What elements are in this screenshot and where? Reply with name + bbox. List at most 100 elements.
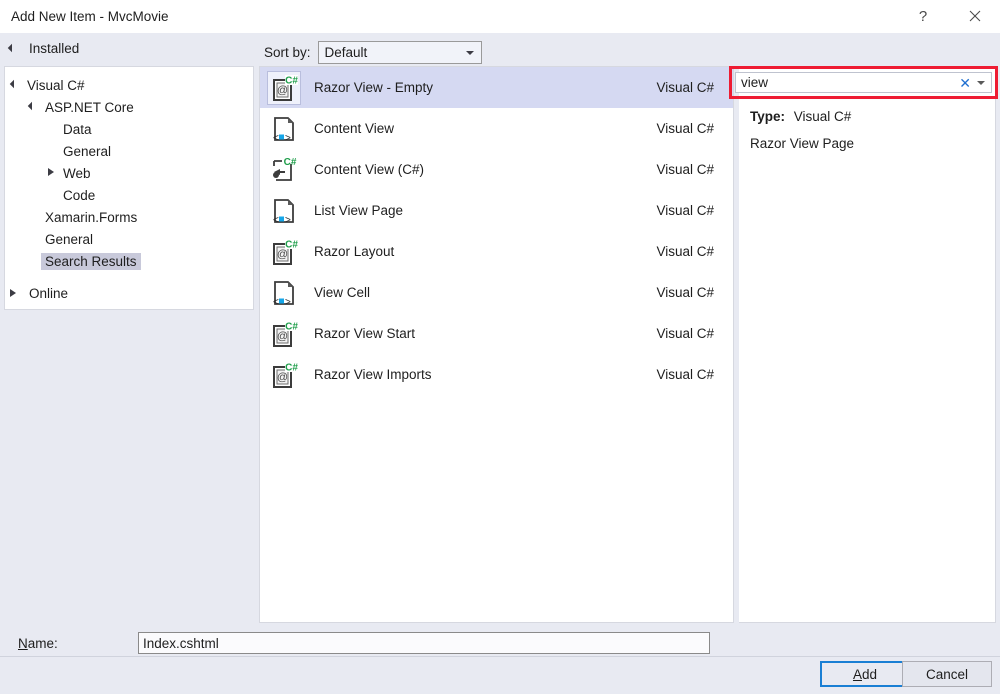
svg-text:<: < <box>273 215 279 226</box>
name-label-rest: ame: <box>28 636 58 651</box>
razor-view-icon: @C# <box>269 360 299 390</box>
razor-view-icon: @C# <box>267 358 301 392</box>
tree-item-label: Web <box>63 166 91 181</box>
template-item-name: Razor Layout <box>314 244 394 259</box>
svg-text:>: > <box>285 215 291 226</box>
add-button[interactable]: Add <box>820 661 910 687</box>
detail-type-row: Type: Visual C# <box>750 109 851 124</box>
template-list-item[interactable]: <>List View PageVisual C# <box>260 190 733 231</box>
chevron-down-icon[interactable] <box>977 81 985 85</box>
svg-text:C#: C# <box>285 321 298 332</box>
tree-item-label: General <box>45 232 93 247</box>
svg-text:C#: C# <box>285 239 298 250</box>
razor-view-icon: @C# <box>269 237 299 267</box>
dialog-footer: Name: Index.cshtml Add Cancel <box>0 661 1000 694</box>
razor-view-icon: @C# <box>269 73 299 103</box>
sort-by-value: Default <box>325 45 368 60</box>
tree-item-label: Xamarin.Forms <box>45 210 137 225</box>
template-item-name: List View Page <box>314 203 403 218</box>
online-header[interactable]: Online <box>9 286 68 301</box>
template-list-item[interactable]: @C#Razor View StartVisual C# <box>260 313 733 354</box>
template-list-item[interactable]: <> View Cell Visual C# <box>260 272 733 313</box>
tree-spacer <box>47 146 57 156</box>
tree-item-asp-net-core[interactable]: ASP.NET Core <box>29 97 134 117</box>
search-input-value: view <box>741 75 959 90</box>
clear-search-icon[interactable]: ✕ <box>959 76 971 90</box>
close-button[interactable] <box>952 0 998 32</box>
name-field[interactable]: Index.cshtml <box>138 632 710 654</box>
template-item-language: Visual C# <box>656 285 714 300</box>
template-item-language: Visual C# <box>656 162 714 177</box>
question-mark-icon: ? <box>919 8 927 25</box>
template-list-item[interactable]: @C#Razor View ImportsVisual C# <box>260 354 733 395</box>
chevron-down-icon <box>29 102 39 112</box>
template-item-name: Razor View Start <box>314 326 415 341</box>
svg-text:<: < <box>273 133 279 144</box>
template-item-language: Visual C# <box>656 244 714 259</box>
template-item-name: View Cell <box>314 285 370 300</box>
category-tree-panel[interactable]: Visual C# ASP.NET Core Data General Web Code X… <box>4 66 254 310</box>
svg-text:<: < <box>273 297 279 308</box>
tree-item-label: Data <box>63 122 92 137</box>
tree-item-label: ASP.NET Core <box>45 100 134 115</box>
template-list-item[interactable]: <>Content ViewVisual C# <box>260 108 733 149</box>
template-list-item[interactable]: @C#Razor View - EmptyVisual C# <box>260 67 733 108</box>
window-title: Add New Item - MvcMovie <box>11 9 169 24</box>
installed-label: Installed <box>29 41 79 56</box>
content-view-icon: <> <box>267 276 301 310</box>
tree-item-visual-c-[interactable]: Visual C# <box>11 75 85 95</box>
online-label: Online <box>29 286 68 301</box>
chevron-right-icon <box>47 168 57 178</box>
template-item-language: Visual C# <box>656 203 714 218</box>
tree-spacer <box>29 212 39 222</box>
tree-spacer <box>29 256 39 266</box>
svg-text:C#: C# <box>285 362 298 373</box>
cancel-button[interactable]: Cancel <box>902 661 992 687</box>
svg-text:C#: C# <box>284 157 297 168</box>
template-list-item[interactable]: @C# Razor Layout Visual C# <box>260 231 733 272</box>
tree-item-web[interactable]: Web <box>47 163 91 183</box>
help-button[interactable]: ? <box>900 0 946 32</box>
content-view-icon: <> <box>269 196 299 226</box>
tree-item-label: General <box>63 144 111 159</box>
svg-text:>: > <box>285 133 291 144</box>
template-item-name: Content View <box>314 121 394 136</box>
name-label: Name: <box>18 636 58 651</box>
tree-spacer <box>47 124 57 134</box>
template-item-language: Visual C# <box>656 121 714 136</box>
tree-spacer <box>47 190 57 200</box>
tree-item-xamarin-forms[interactable]: Xamarin.Forms <box>29 207 137 227</box>
tree-item-code[interactable]: Code <box>47 185 95 205</box>
detail-type-value: Visual C# <box>794 109 852 124</box>
tree-item-label: Search Results <box>41 253 141 270</box>
razor-view-icon: @C# <box>267 235 301 269</box>
razor-view-icon: @C# <box>267 317 301 351</box>
name-field-value: Index.cshtml <box>143 636 219 651</box>
close-icon <box>969 10 981 22</box>
details-panel: Type: Visual C# Razor View Page <box>739 66 996 623</box>
tree-item-search-results[interactable]: Search Results <box>29 251 141 271</box>
content-view-csharp-icon: C# <box>269 155 299 185</box>
tree-item-general[interactable]: General <box>47 141 111 161</box>
chevron-down-icon <box>466 51 474 55</box>
tree-item-label: Visual C# <box>27 78 85 93</box>
razor-view-icon: @C# <box>269 319 299 349</box>
content-view-csharp-icon: C# <box>267 153 301 187</box>
content-view-icon: <> <box>269 114 299 144</box>
tree-item-general[interactable]: General <box>29 229 93 249</box>
tree-item-label: Code <box>63 188 95 203</box>
content-view-icon: <> <box>267 194 301 228</box>
razor-view-icon: @C# <box>267 71 301 105</box>
search-input[interactable]: view ✕ <box>735 72 992 93</box>
installed-header[interactable]: Installed <box>9 41 79 56</box>
detail-type-label: Type: <box>750 109 785 124</box>
detail-description: Razor View Page <box>750 136 854 151</box>
sort-by-select[interactable]: Default <box>318 41 482 64</box>
template-list-item[interactable]: C# Content View (C#) Visual C# <box>260 149 733 190</box>
tree-item-data[interactable]: Data <box>47 119 92 139</box>
title-bar: Add New Item - MvcMovie ? <box>0 0 1000 34</box>
chevron-right-icon <box>9 289 19 299</box>
template-list-panel[interactable]: @C#Razor View - EmptyVisual C#<>Content … <box>259 66 734 623</box>
template-item-name: Razor View Imports <box>314 367 432 382</box>
template-item-name: Content View (C#) <box>314 162 424 177</box>
